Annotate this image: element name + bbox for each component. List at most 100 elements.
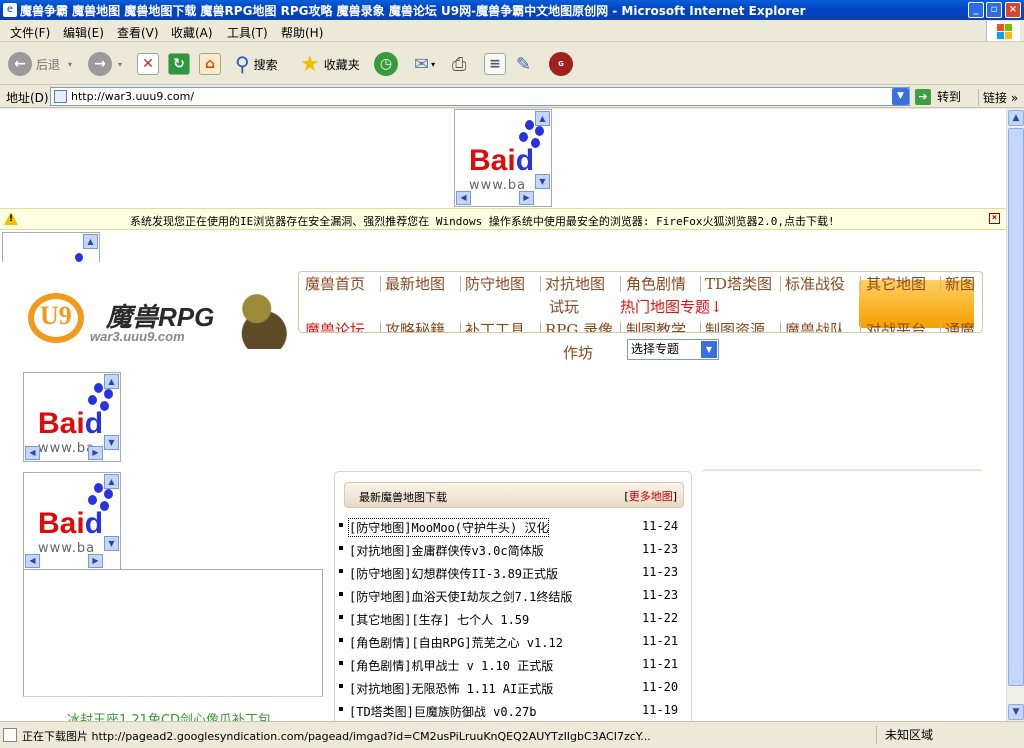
- nav-home[interactable]: 魔兽首页: [305, 273, 365, 294]
- baidu-ad-left-2[interactable]: Baid www.ba ▲ ▼ ◀ ▶: [23, 472, 121, 570]
- ad-scroll-down-button[interactable]: ▼: [535, 174, 550, 189]
- latest-maps-title: 最新魔兽地图下载: [359, 491, 447, 504]
- print-button[interactable]: ⎙: [452, 51, 466, 77]
- search-icon: ⚲: [235, 52, 250, 76]
- nav-resources[interactable]: 制图资源: [705, 319, 765, 332]
- menu-view[interactable]: 查看(V): [117, 24, 159, 41]
- page-content: Baid www.ba ▲ ▼ ◀ ▶ ▲ Baid www.ba ▲ ▼ ◀ …: [0, 109, 1006, 721]
- list-item[interactable]: [对抗地图]金庸群侠传v3.0c简体版 11-23: [339, 541, 684, 561]
- address-label: 地址(D): [6, 91, 49, 105]
- menu-file[interactable]: 文件(F): [10, 24, 50, 41]
- edit-button[interactable]: ≡: [484, 51, 506, 77]
- nav-workshop[interactable]: 通魔: [945, 319, 975, 332]
- home-icon: ⌂: [199, 53, 221, 75]
- close-button[interactable]: ×: [1005, 2, 1021, 18]
- history-button[interactable]: ◷: [374, 51, 398, 77]
- ad-scroll-down-button[interactable]: ▼: [104, 435, 119, 450]
- address-input[interactable]: http://war3.uuu9.com/: [50, 87, 910, 106]
- scroll-up-button[interactable]: ▲: [1008, 110, 1024, 126]
- mail-button[interactable]: ✉ ▾: [414, 51, 435, 77]
- chevron-down-icon: ▼: [701, 341, 717, 358]
- nav-workshop-cont[interactable]: 作坊: [563, 342, 593, 363]
- back-arrow-icon: ←: [8, 52, 32, 76]
- latest-maps-panel: 最新魔兽地图下载 [更多地图] [防守地图]MooMoo(守护牛头) 汉化 11-…: [334, 471, 692, 721]
- list-item[interactable]: [防守地图]MooMoo(守护牛头) 汉化 11-24: [339, 518, 684, 538]
- ad-scroll-left-button[interactable]: ◀: [456, 191, 471, 205]
- list-item[interactable]: [防守地图]幻想群侠传II-3.89正式版 11-23: [339, 564, 684, 584]
- nav-tutorials[interactable]: 制图教学: [626, 319, 686, 332]
- scroll-thumb[interactable]: [1008, 128, 1024, 686]
- list-item[interactable]: [防守地图]血浴天使I劫灰之剑7.1终结版 11-23: [339, 587, 684, 607]
- ad-scroll-up-button[interactable]: ▲: [83, 234, 98, 249]
- ad-scroll-down-button[interactable]: ▼: [104, 536, 119, 551]
- baidu-ad-top[interactable]: Baid www.ba ▲ ▼ ◀ ▶: [454, 109, 552, 207]
- home-button[interactable]: ⌂: [199, 51, 221, 77]
- right-panel: [702, 469, 983, 477]
- menu-favorites[interactable]: 收藏(A): [171, 24, 213, 41]
- minimize-button[interactable]: _: [968, 2, 984, 18]
- nav-td-maps[interactable]: TD塔类图: [705, 273, 772, 294]
- menu-edit[interactable]: 编辑(E): [63, 24, 104, 41]
- toolbar: ← 后退 ▾ → ▾ ✕ ↻ ⌂ ⚲ 搜索 ★ 收藏夹 ◷ ✉ ▾ ⎙ ≡ ✎ …: [0, 43, 1024, 85]
- list-item[interactable]: [角色剧情]机甲战士 v 1.10 正式版 11-21: [339, 656, 684, 676]
- patch-link[interactable]: 冰封王座1.21免CD剑心像瓜补丁包: [23, 696, 323, 721]
- nav-hot-topics[interactable]: 热门地图专题↓: [620, 296, 723, 317]
- game-button[interactable]: G: [549, 51, 573, 77]
- forward-arrow-icon: →: [88, 52, 112, 76]
- go-button[interactable]: ➔ 转到: [915, 88, 961, 105]
- ad-scroll-up-button[interactable]: ▲: [104, 474, 119, 489]
- list-item[interactable]: [角色剧情][自由RPG]荒芜之心 v1.12 11-21: [339, 633, 684, 653]
- menu-help[interactable]: 帮助(H): [281, 24, 323, 41]
- site-logo[interactable]: U9 魔兽RPG war3.uuu9.com: [28, 287, 298, 349]
- orc-warrior-image: [223, 287, 298, 349]
- refresh-icon: ↻: [168, 53, 190, 75]
- windows-logo-icon: [986, 21, 1020, 41]
- nav-replays[interactable]: RPG 录像: [545, 319, 613, 332]
- nav-versus-maps[interactable]: 对抗地图: [545, 273, 605, 294]
- nav-forum[interactable]: 魔兽论坛: [305, 319, 365, 332]
- list-item[interactable]: [对抗地图]无限恐怖 1.11 AI正式版 11-20: [339, 679, 684, 699]
- ad-scroll-up-button[interactable]: ▲: [104, 374, 119, 389]
- address-dropdown-button[interactable]: ▼: [892, 88, 909, 105]
- menu-tools[interactable]: 工具(T): [227, 24, 268, 41]
- stop-button[interactable]: ✕: [137, 51, 159, 77]
- search-button[interactable]: ⚲ 搜索: [235, 51, 278, 77]
- page-loading-icon: [3, 728, 17, 742]
- back-button[interactable]: ← 后退 ▾: [8, 51, 72, 77]
- list-item[interactable]: [其它地图][生存] 七个人 1.59 11-22: [339, 610, 684, 630]
- nav-new-map-trial[interactable]: 新图: [945, 273, 975, 294]
- nav-rpg-maps[interactable]: 角色剧情: [626, 273, 686, 294]
- nav-trial[interactable]: 试玩: [549, 296, 579, 317]
- list-item[interactable]: [TD塔类图]巨魔族防御战 v0.27b 11-19: [339, 702, 684, 721]
- nav-patches[interactable]: 补丁工具: [465, 319, 525, 332]
- nav-defense-maps[interactable]: 防守地图: [465, 273, 525, 294]
- baidu-ad-left-1[interactable]: Baid www.ba ▲ ▼ ◀ ▶: [23, 372, 121, 462]
- nav-campaign[interactable]: 标准战役: [785, 273, 845, 294]
- vertical-scrollbar[interactable]: ▲ ▼: [1006, 109, 1024, 721]
- scroll-down-button[interactable]: ▼: [1008, 704, 1024, 720]
- links-button[interactable]: 链接 »: [978, 89, 1018, 106]
- info-bar-message: 系统发现您正在使用的IE浏览器存在安全漏洞、强烈推荐您在 Windows 操作系…: [130, 215, 835, 228]
- ad-frame-small: ▲: [2, 232, 100, 262]
- maximize-button[interactable]: ▫: [986, 2, 1002, 18]
- status-text: 正在下载图片 http://pagead2.googlesyndication.…: [22, 730, 651, 743]
- nav-other-maps[interactable]: 其它地图: [866, 273, 926, 294]
- nav-new-maps[interactable]: 最新地图: [385, 273, 445, 294]
- forward-button[interactable]: → ▾: [88, 51, 122, 77]
- nav-platform[interactable]: 对战平台: [866, 319, 926, 332]
- ad-scroll-up-button[interactable]: ▲: [535, 111, 550, 126]
- refresh-button[interactable]: ↻: [168, 51, 190, 77]
- info-bar-close-button[interactable]: ×: [989, 213, 1000, 224]
- ad-scroll-left-button[interactable]: ◀: [25, 554, 40, 568]
- ad-scroll-right-button[interactable]: ▶: [88, 446, 103, 460]
- nav-guides[interactable]: 攻略秘籍: [385, 319, 445, 332]
- favorites-button[interactable]: ★ 收藏夹: [300, 51, 360, 77]
- ad-scroll-right-button[interactable]: ▶: [519, 191, 534, 205]
- messenger-button[interactable]: ✎: [516, 51, 531, 77]
- nav-teams[interactable]: 魔兽战队: [785, 319, 845, 332]
- ad-scroll-right-button[interactable]: ▶: [88, 554, 103, 568]
- more-maps-link[interactable]: [更多地图]: [624, 488, 677, 504]
- info-bar[interactable]: ! 系统发现您正在使用的IE浏览器存在安全漏洞、强烈推荐您在 Windows 操…: [0, 208, 1006, 230]
- topic-select[interactable]: 选择专题 ▼: [627, 339, 719, 360]
- ad-scroll-left-button[interactable]: ◀: [25, 446, 40, 460]
